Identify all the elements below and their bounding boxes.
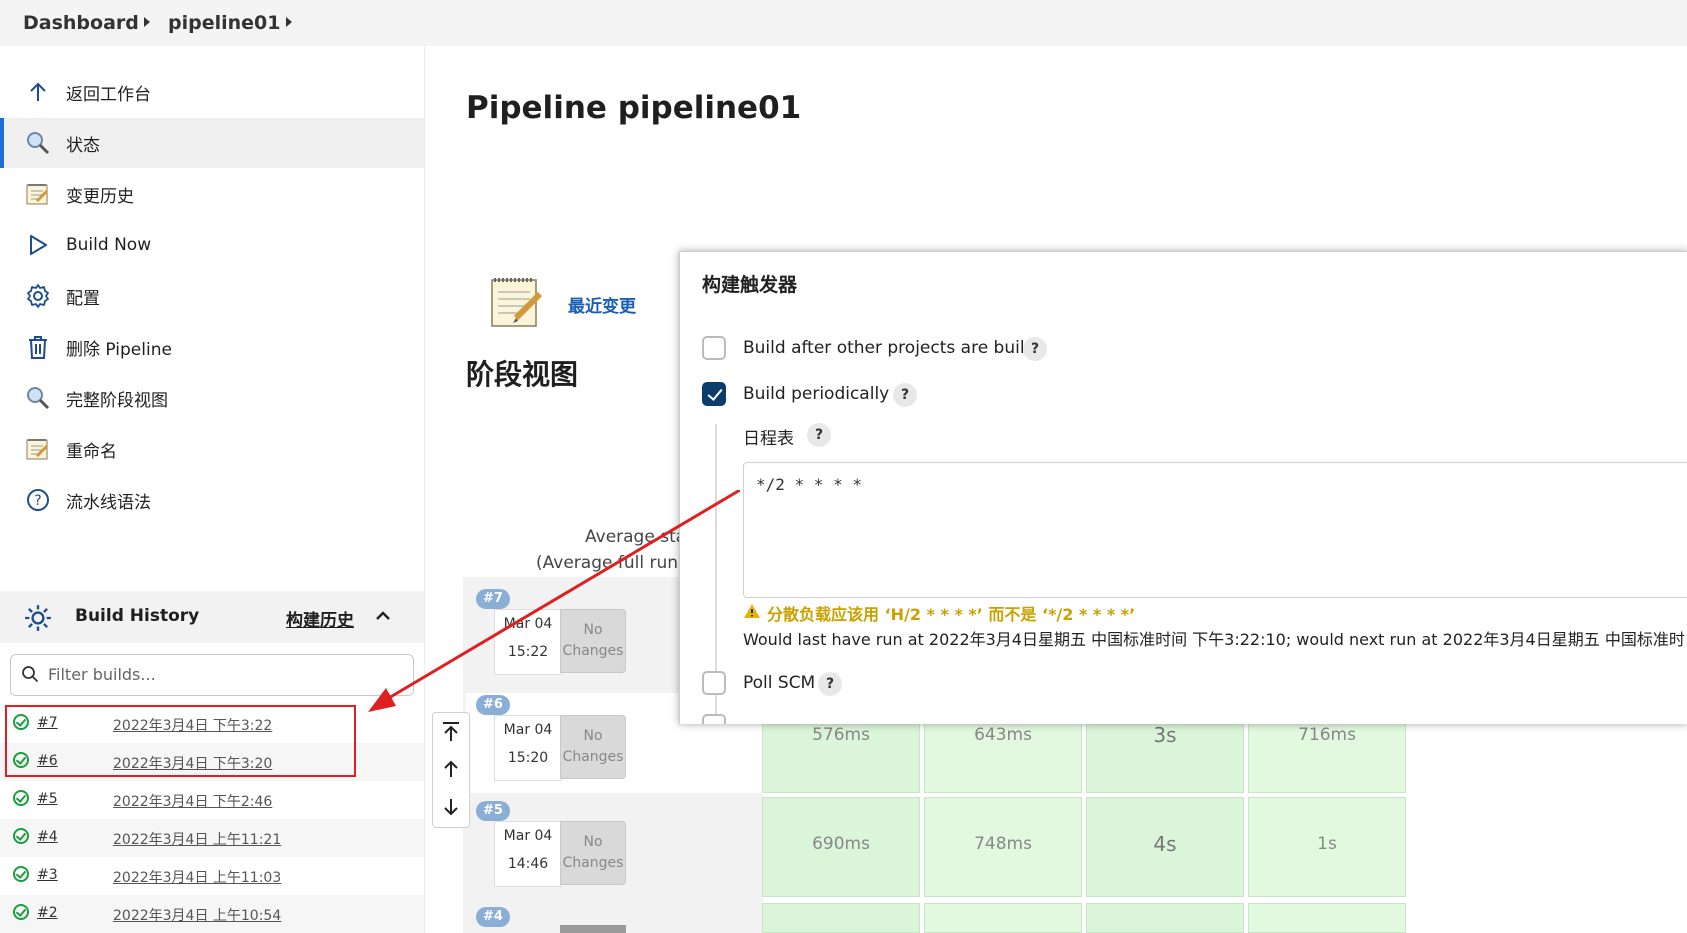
- schedule-label: 日程表: [743, 429, 794, 449]
- build-history-trend-link[interactable]: 构建历史: [286, 606, 354, 631]
- build-number[interactable]: #3: [37, 867, 58, 883]
- build-row[interactable]: #2 2022年3月4日 上午10:54: [0, 895, 424, 933]
- build-row[interactable]: #3 2022年3月4日 上午11:03: [0, 857, 424, 895]
- sidebar-item-status[interactable]: 状态: [0, 118, 424, 168]
- stage-cell[interactable]: [1086, 903, 1244, 933]
- success-icon: [13, 828, 29, 844]
- build-number[interactable]: #5: [37, 791, 58, 807]
- breadcrumb-dashboard[interactable]: Dashboard: [23, 12, 139, 34]
- sidebar-item-full-stage-view[interactable]: 完整阶段视图: [0, 373, 424, 423]
- breadcrumb: Dashboard pipeline01: [0, 0, 1687, 46]
- build-date[interactable]: 2022年3月4日 上午11:03: [113, 867, 281, 887]
- help-icon[interactable]: ?: [893, 383, 917, 407]
- build-date[interactable]: 2022年3月4日 下午2:46: [113, 791, 272, 811]
- sidebar-item-label: Build Now: [66, 235, 152, 255]
- build-periodically-label: Build periodically: [743, 384, 890, 404]
- build-after-other-label: Build after other projects are built: [743, 338, 1032, 358]
- scroll-up-icon[interactable]: [441, 759, 461, 783]
- breadcrumb-job[interactable]: pipeline01: [168, 12, 280, 34]
- sidebar-item-build-now[interactable]: Build Now: [0, 220, 424, 270]
- run-changes: [560, 925, 626, 933]
- play-icon: [24, 231, 52, 259]
- build-date[interactable]: 2022年3月4日 上午11:21: [113, 829, 281, 849]
- annotation-arrow-icon: [368, 490, 740, 712]
- build-row[interactable]: #5 2022年3月4日 下午2:46: [0, 781, 424, 819]
- sidebar-item-back[interactable]: 返回工作台: [0, 67, 424, 117]
- stage-run-card[interactable]: #4: [466, 905, 762, 933]
- notepad-icon: [24, 180, 52, 208]
- schedule-value: */2 * * * *: [756, 475, 862, 494]
- magnifier-icon: [24, 129, 52, 157]
- stage-run-card[interactable]: #5 Mar 04 14:46 No Changes: [466, 799, 762, 899]
- filter-builds-input-wrap: Filter builds...: [10, 654, 414, 696]
- run-changes[interactable]: No Changes: [560, 821, 626, 885]
- sidebar-item-label: 删除 Pipeline: [66, 339, 172, 360]
- stage-cell[interactable]: 748ms: [924, 797, 1082, 897]
- schedule-info-clip: Would last have run at 2022年3月4日星期五 中国标准…: [743, 626, 1687, 654]
- page-title: Pipeline pipeline01: [466, 90, 802, 126]
- sidebar-item-label: 完整阶段视图: [66, 390, 168, 411]
- chevron-right-icon[interactable]: [144, 17, 150, 27]
- stage-view-title: 阶段视图: [466, 358, 579, 391]
- search-icon: [21, 665, 39, 687]
- schedule-warning: 分散负载应该用 ‘H/2 * * * *’ 而不是 ‘*/2 * * * *’: [767, 605, 1136, 624]
- help-circle-icon: ?: [24, 486, 52, 514]
- recent-changes-link[interactable]: 最近变更: [568, 292, 636, 317]
- sidebar-item-rename[interactable]: 重命名: [0, 424, 424, 474]
- success-icon: [13, 866, 29, 882]
- help-icon[interactable]: ?: [807, 423, 831, 447]
- build-row[interactable]: #4 2022年3月4日 上午11:21: [0, 819, 424, 857]
- build-history-title: Build History: [75, 606, 200, 626]
- build-triggers-panel: 构建触发器 Build after other projects are bui…: [679, 251, 1687, 724]
- scroll-down-icon[interactable]: [441, 797, 461, 821]
- sidebar-item-label: 重命名: [66, 441, 117, 462]
- build-periodically-checkbox[interactable]: [702, 382, 726, 406]
- build-number[interactable]: #2: [37, 905, 58, 921]
- sidebar-item-label: 配置: [66, 288, 100, 309]
- warning-icon: [743, 603, 761, 623]
- arrow-up-icon: [24, 78, 52, 106]
- schedule-textarea[interactable]: */2 * * * *: [743, 462, 1687, 598]
- sidebar-item-label: 流水线语法: [66, 492, 151, 513]
- build-after-other-checkbox[interactable]: [702, 336, 726, 360]
- success-icon: [13, 904, 29, 920]
- stage-cell[interactable]: [1248, 903, 1406, 933]
- filter-builds-input[interactable]: Filter builds...: [48, 665, 156, 684]
- help-icon[interactable]: ?: [1023, 337, 1047, 361]
- sidebar-item-changes[interactable]: 变更历史: [0, 169, 424, 219]
- svg-text:?: ?: [34, 493, 41, 509]
- sidebar-item-configure[interactable]: 配置: [0, 271, 424, 321]
- poll-scm-label: Poll SCM: [743, 673, 816, 693]
- sidebar-item-label: 变更历史: [66, 186, 134, 207]
- magnifier-icon: [24, 384, 52, 412]
- stage-cell[interactable]: 690ms: [762, 797, 920, 897]
- trash-icon: [24, 333, 52, 361]
- schedule-info: Would last have run at 2022年3月4日星期五 中国标准…: [743, 630, 1685, 649]
- run-badge[interactable]: #5: [476, 801, 510, 821]
- sidebar-item-label: 状态: [66, 135, 100, 156]
- stage-cell[interactable]: 1s: [1248, 797, 1406, 897]
- build-number[interactable]: #4: [37, 829, 58, 845]
- sidebar-item-label: 返回工作台: [66, 84, 151, 105]
- chevron-right-icon[interactable]: [286, 17, 292, 27]
- run-badge[interactable]: #4: [476, 907, 510, 927]
- stage-cell[interactable]: [924, 903, 1082, 933]
- build-triggers-title: 构建触发器: [702, 274, 798, 296]
- gear-icon: [24, 282, 52, 310]
- stage-cell[interactable]: [762, 903, 920, 933]
- success-icon: [13, 790, 29, 806]
- notepad-icon: [488, 272, 546, 334]
- sidebar-item-delete[interactable]: 删除 Pipeline: [0, 322, 424, 372]
- notepad-icon: [24, 435, 52, 463]
- run-datetime: Mar 04 14:46: [494, 821, 562, 887]
- build-history-gear-icon: [24, 604, 52, 636]
- highlight-box: [5, 705, 356, 777]
- stage-cell[interactable]: 4s: [1086, 797, 1244, 897]
- help-icon[interactable]: ?: [818, 672, 842, 696]
- build-date[interactable]: 2022年3月4日 上午10:54: [113, 905, 281, 925]
